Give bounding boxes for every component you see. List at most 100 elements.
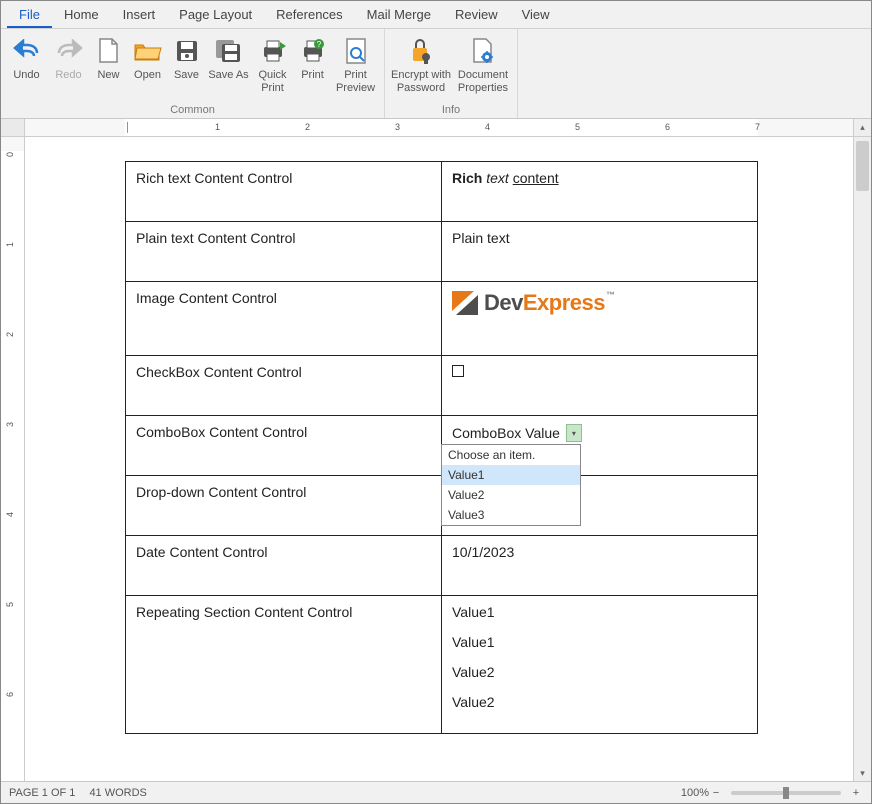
ribbon-group-info: Encrypt with Password Document Propertie… xyxy=(385,29,518,118)
ribbon-group-common-label: Common xyxy=(170,104,215,116)
doc-props-label: Document Properties xyxy=(458,69,508,94)
cell-label[interactable]: ComboBox Content Control xyxy=(126,416,442,476)
cell-label[interactable]: Drop-down Content Control xyxy=(126,476,442,536)
dropdown-item[interactable]: Value1 xyxy=(442,465,580,485)
vertical-scrollbar[interactable]: ▾ xyxy=(853,137,871,781)
table-row: Image Content Control DevExpress™ xyxy=(126,282,758,356)
cell-value-checkbox[interactable] xyxy=(442,356,758,416)
open-folder-icon xyxy=(133,35,163,67)
save-icon xyxy=(175,35,199,67)
zoom-slider-knob[interactable] xyxy=(783,787,789,799)
document-canvas[interactable]: Rich text Content Control Rich text cont… xyxy=(25,137,853,781)
vertical-ruler[interactable]: 0 1 2 3 4 5 6 xyxy=(1,137,25,781)
cell-value-image[interactable]: DevExpress™ xyxy=(442,282,758,356)
cell-label[interactable]: Image Content Control xyxy=(126,282,442,356)
lock-key-icon xyxy=(408,35,434,67)
h-mark-1: 1 xyxy=(215,122,220,132)
encrypt-label: Encrypt with Password xyxy=(391,69,451,94)
content-controls-table: Rich text Content Control Rich text cont… xyxy=(125,161,758,734)
encrypt-button[interactable]: Encrypt with Password xyxy=(389,31,453,94)
repeat-item: Value1 xyxy=(452,604,747,620)
save-button[interactable]: Save xyxy=(168,31,206,94)
save-label: Save xyxy=(174,69,199,82)
combobox-value[interactable]: ComboBox Value xyxy=(452,425,560,441)
redo-icon xyxy=(55,35,83,67)
tab-mail-merge[interactable]: Mail Merge xyxy=(355,1,443,28)
cell-value-repeating[interactable]: Value1 Value1 Value2 Value2 xyxy=(442,596,758,734)
ribbon-group-info-label: Info xyxy=(442,104,460,116)
tab-insert[interactable]: Insert xyxy=(111,1,168,28)
h-mark-6: 6 xyxy=(665,122,670,132)
v-mark-3: 3 xyxy=(5,422,15,427)
print-preview-icon xyxy=(344,35,368,67)
cell-label[interactable]: CheckBox Content Control xyxy=(126,356,442,416)
rich-italic: text xyxy=(486,170,509,186)
tab-file[interactable]: File xyxy=(7,1,52,28)
status-words: 41 WORDS xyxy=(89,787,146,799)
logo-text-accent: Express xyxy=(523,290,605,315)
zoom-level[interactable]: 100% xyxy=(681,787,709,799)
quick-print-icon xyxy=(260,35,286,67)
dropdown-item[interactable]: Value3 xyxy=(442,505,580,525)
tab-review[interactable]: Review xyxy=(443,1,510,28)
scroll-up-button[interactable]: ▴ xyxy=(853,119,871,136)
save-as-icon xyxy=(214,35,244,67)
status-page: PAGE 1 OF 1 xyxy=(9,787,75,799)
cell-label[interactable]: Date Content Control xyxy=(126,536,442,596)
status-bar: PAGE 1 OF 1 41 WORDS 100% − + xyxy=(1,781,871,803)
cell-label[interactable]: Rich text Content Control xyxy=(126,162,442,222)
new-button[interactable]: New xyxy=(90,31,128,94)
cell-value-rich[interactable]: Rich text content xyxy=(442,162,758,222)
zoom-slider[interactable] xyxy=(731,791,841,795)
horizontal-ruler-row: │ 1 2 3 4 5 6 7 ▴ xyxy=(1,119,871,137)
table-row: ComboBox Content Control ComboBox Value … xyxy=(126,416,758,476)
open-label: Open xyxy=(134,69,161,82)
repeat-item: Value1 xyxy=(452,634,747,650)
table-row: CheckBox Content Control xyxy=(126,356,758,416)
cell-label[interactable]: Plain text Content Control xyxy=(126,222,442,282)
dropdown-item[interactable]: Choose an item. xyxy=(442,445,580,465)
h-mark-4: 4 xyxy=(485,122,490,132)
tab-references[interactable]: References xyxy=(264,1,354,28)
tab-view[interactable]: View xyxy=(510,1,562,28)
zoom-out-button[interactable]: − xyxy=(709,787,723,799)
h-mark-7: 7 xyxy=(755,122,760,132)
h-mark-3: 3 xyxy=(395,122,400,132)
horizontal-ruler[interactable]: │ 1 2 3 4 5 6 7 xyxy=(25,119,853,136)
dropdown-item[interactable]: Value2 xyxy=(442,485,580,505)
open-button[interactable]: Open xyxy=(128,31,168,94)
repeat-item: Value2 xyxy=(452,664,747,680)
ribbon-group-common: Undo Redo New Open xyxy=(1,29,385,118)
devexpress-logo: DevExpress™ xyxy=(452,290,747,316)
v-mark-1: 1 xyxy=(5,242,15,247)
undo-icon xyxy=(13,35,41,67)
table-row: Plain text Content Control Plain text xyxy=(126,222,758,282)
table-row: Date Content Control 10/1/2023 xyxy=(126,536,758,596)
combobox-dropdown-list: Choose an item. Value1 Value2 Value3 xyxy=(441,444,581,526)
logo-tm-icon: ™ xyxy=(606,290,615,300)
tab-page-layout[interactable]: Page Layout xyxy=(167,1,264,28)
save-as-button[interactable]: Save As xyxy=(206,31,252,94)
zoom-in-button[interactable]: + xyxy=(849,787,863,799)
redo-button[interactable]: Redo xyxy=(48,31,90,94)
doc-props-button[interactable]: Document Properties xyxy=(453,31,513,94)
tab-home[interactable]: Home xyxy=(52,1,111,28)
quick-print-button[interactable]: Quick Print xyxy=(252,31,294,94)
document-properties-icon xyxy=(471,35,495,67)
cell-label[interactable]: Repeating Section Content Control xyxy=(126,596,442,734)
cell-value-plain[interactable]: Plain text xyxy=(442,222,758,282)
scrollbar-thumb[interactable] xyxy=(856,141,869,191)
combobox-dropdown-button[interactable]: ▾ xyxy=(566,424,582,442)
undo-button[interactable]: Undo xyxy=(6,31,48,94)
scroll-down-button[interactable]: ▾ xyxy=(854,765,871,781)
new-file-icon xyxy=(97,35,121,67)
cell-value-combobox[interactable]: ComboBox Value ▾ Choose an item. Value1 … xyxy=(442,416,758,476)
v-mark-5: 5 xyxy=(5,602,15,607)
checkbox-input[interactable] xyxy=(452,365,464,377)
rich-bold: Rich xyxy=(452,170,482,186)
h-mark-5: 5 xyxy=(575,122,580,132)
logo-mark-icon xyxy=(452,291,478,315)
print-preview-button[interactable]: Print Preview xyxy=(332,31,380,94)
print-button[interactable]: ? Print xyxy=(294,31,332,94)
cell-value-date[interactable]: 10/1/2023 xyxy=(442,536,758,596)
